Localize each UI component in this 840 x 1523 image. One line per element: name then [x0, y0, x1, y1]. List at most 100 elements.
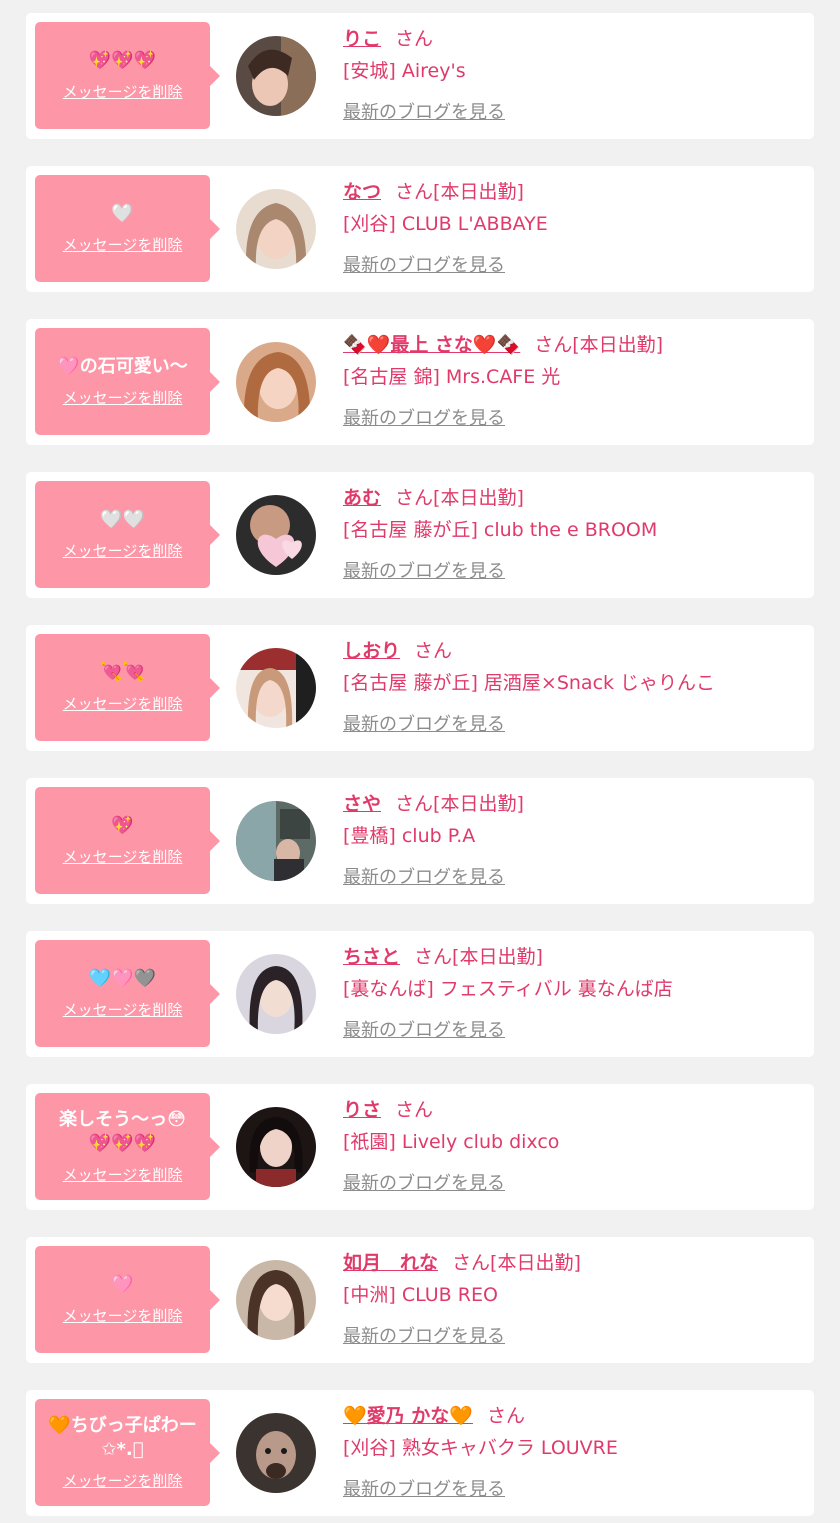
- message-bubble: 楽しそう〜っ😳 💖💖💖 メッセージを削除: [35, 1093, 220, 1200]
- attendance-status: [本日出勤]: [490, 1252, 581, 1274]
- shop-name: [祇園] Lively club dixco: [343, 1131, 560, 1153]
- list-item: 🩷 メッセージを削除 如月 れな さん[本日出勤] [中洲] CLUB REO 最…: [26, 1237, 814, 1363]
- entry-info: りさ さん [祇園] Lively club dixco 最新のブログを見る: [343, 1096, 804, 1195]
- cast-name-link[interactable]: りさ: [343, 1099, 381, 1121]
- message-bubble: 🩵🩷🩶 メッセージを削除: [35, 940, 220, 1047]
- latest-blog-link[interactable]: 最新のブログを見る: [343, 863, 505, 889]
- message-bubble: 🤍🤍 メッセージを削除: [35, 481, 220, 588]
- shop-name: [名古屋 藤が丘] 居酒屋×Snack じゃりんこ: [343, 672, 716, 694]
- list-item: 🤍🤍 メッセージを削除 あむ さん[本日出勤] [名古屋 藤が丘] club th…: [26, 472, 814, 598]
- delete-message-link[interactable]: メッセージを削除: [63, 540, 183, 561]
- latest-blog-link[interactable]: 最新のブログを見る: [343, 1169, 505, 1195]
- message-text: 🤍: [111, 203, 134, 224]
- avatar[interactable]: [236, 801, 316, 881]
- message-bubble: 🤍 メッセージを削除: [35, 175, 220, 282]
- delete-message-link[interactable]: メッセージを削除: [63, 1164, 183, 1185]
- shop-name: [中洲] CLUB REO: [343, 1284, 498, 1306]
- delete-message-link[interactable]: メッセージを削除: [63, 387, 183, 408]
- message-text: 楽しそう〜っ😳 💖💖💖: [59, 1109, 186, 1154]
- latest-blog-link[interactable]: 最新のブログを見る: [343, 1016, 505, 1042]
- honorific: さん: [486, 1405, 525, 1427]
- shop-name: [豊橋] club P.A: [343, 825, 476, 847]
- attendance-status: [本日出勤]: [433, 793, 524, 815]
- entry-info: りこ さん [安城] Airey's 最新のブログを見る: [343, 25, 804, 124]
- avatar[interactable]: [236, 342, 316, 422]
- honorific: さん: [414, 640, 453, 662]
- entry-info: しおり さん [名古屋 藤が丘] 居酒屋×Snack じゃりんこ 最新のブログを見…: [343, 637, 804, 736]
- latest-blog-link[interactable]: 最新のブログを見る: [343, 1475, 505, 1501]
- message-text: 💖: [111, 815, 134, 836]
- entry-info: ちさと さん[本日出勤] [裏なんば] フェスティバル 裏なんば店 最新のブログを…: [343, 943, 804, 1042]
- avatar[interactable]: [236, 954, 316, 1034]
- cast-name-link[interactable]: 🧡愛乃 かな🧡: [343, 1405, 473, 1427]
- latest-blog-link[interactable]: 最新のブログを見る: [343, 251, 505, 277]
- delete-message-link[interactable]: メッセージを削除: [63, 1305, 183, 1326]
- message-list: 💖💖💖 メッセージを削除 りこ さん [安城] Airey's 最新のブログを見る…: [0, 0, 840, 1523]
- latest-blog-link[interactable]: 最新のブログを見る: [343, 1322, 505, 1348]
- honorific: さん: [395, 487, 434, 509]
- cast-name-link[interactable]: 🍫❤️最上 さな❤️🍫: [343, 334, 520, 356]
- entry-info: 如月 れな さん[本日出勤] [中洲] CLUB REO 最新のブログを見る: [343, 1249, 804, 1348]
- message-bubble: 🩷 メッセージを削除: [35, 1246, 220, 1353]
- delete-message-link[interactable]: メッセージを削除: [63, 999, 183, 1020]
- entry-info: あむ さん[本日出勤] [名古屋 藤が丘] club the e BROOM 最新…: [343, 484, 804, 583]
- cast-name-link[interactable]: 如月 れな: [343, 1252, 438, 1274]
- list-item: 💘💘 メッセージを削除 しおり さん [名古屋 藤が丘] 居酒屋×Snack じゃ…: [26, 625, 814, 751]
- list-item: 🤍 メッセージを削除 なつ さん[本日出勤] [刈谷] CLUB L'ABBAYE…: [26, 166, 814, 292]
- honorific: さん: [395, 793, 434, 815]
- avatar[interactable]: [236, 1107, 316, 1187]
- list-item: 💖 メッセージを削除 さや さん[本日出勤] [豊橋] club P.A 最新のブ…: [26, 778, 814, 904]
- message-bubble: 🧡ちびっ子ぱわー ✩*.ﾟ メッセージを削除: [35, 1399, 220, 1506]
- message-text: 💘💘: [100, 662, 145, 683]
- cast-name-link[interactable]: しおり: [343, 640, 400, 662]
- message-text: 🤍🤍: [100, 509, 145, 530]
- cast-name-link[interactable]: さや: [343, 793, 381, 815]
- message-bubble: 💖💖💖 メッセージを削除: [35, 22, 220, 129]
- cast-name-link[interactable]: りこ: [343, 28, 381, 50]
- entry-info: 🍫❤️最上 さな❤️🍫 さん[本日出勤] [名古屋 錦] Mrs.CAFE 光 最…: [343, 331, 804, 430]
- message-text: 🧡ちびっ子ぱわー ✩*.ﾟ: [48, 1415, 197, 1460]
- delete-message-link[interactable]: メッセージを削除: [63, 81, 183, 102]
- delete-message-link[interactable]: メッセージを削除: [63, 234, 183, 255]
- latest-blog-link[interactable]: 最新のブログを見る: [343, 404, 505, 430]
- entry-info: なつ さん[本日出勤] [刈谷] CLUB L'ABBAYE 最新のブログを見る: [343, 178, 804, 277]
- list-item: 楽しそう〜っ😳 💖💖💖 メッセージを削除 りさ さん [祇園] Lively cl…: [26, 1084, 814, 1210]
- cast-name-link[interactable]: なつ: [343, 181, 381, 203]
- entry-info: 🧡愛乃 かな🧡 さん [刈谷] 熟女キャバクラ LOUVRE 最新のブログを見る: [343, 1402, 804, 1501]
- avatar[interactable]: [236, 189, 316, 269]
- latest-blog-link[interactable]: 最新のブログを見る: [343, 710, 505, 736]
- avatar[interactable]: [236, 1413, 316, 1493]
- honorific: さん: [395, 1099, 434, 1121]
- avatar[interactable]: [236, 495, 316, 575]
- attendance-status: [本日出勤]: [452, 946, 543, 968]
- message-bubble: 💘💘 メッセージを削除: [35, 634, 220, 741]
- message-bubble: 🩷の石可愛い〜 メッセージを削除: [35, 328, 220, 435]
- list-item: 🩵🩷🩶 メッセージを削除 ちさと さん[本日出勤] [裏なんば] フェスティバル …: [26, 931, 814, 1057]
- honorific: さん: [534, 334, 573, 356]
- latest-blog-link[interactable]: 最新のブログを見る: [343, 557, 505, 583]
- attendance-status: [本日出勤]: [433, 487, 524, 509]
- honorific: さん: [452, 1252, 491, 1274]
- avatar[interactable]: [236, 36, 316, 116]
- message-text: 🩷の石可愛い〜: [57, 356, 188, 377]
- list-item: 💖💖💖 メッセージを削除 りこ さん [安城] Airey's 最新のブログを見る: [26, 13, 814, 139]
- honorific: さん: [395, 181, 434, 203]
- avatar[interactable]: [236, 648, 316, 728]
- delete-message-link[interactable]: メッセージを削除: [63, 693, 183, 714]
- delete-message-link[interactable]: メッセージを削除: [63, 1470, 183, 1491]
- shop-name: [刈谷] CLUB L'ABBAYE: [343, 213, 548, 235]
- avatar[interactable]: [236, 1260, 316, 1340]
- cast-name-link[interactable]: ちさと: [343, 946, 400, 968]
- shop-name: [安城] Airey's: [343, 60, 466, 82]
- shop-name: [名古屋 藤が丘] club the e BROOM: [343, 519, 658, 541]
- attendance-status: [本日出勤]: [433, 181, 524, 203]
- honorific: さん: [414, 946, 453, 968]
- honorific: さん: [395, 28, 434, 50]
- shop-name: [名古屋 錦] Mrs.CAFE 光: [343, 366, 561, 388]
- cast-name-link[interactable]: あむ: [343, 487, 381, 509]
- shop-name: [刈谷] 熟女キャバクラ LOUVRE: [343, 1437, 618, 1459]
- latest-blog-link[interactable]: 最新のブログを見る: [343, 98, 505, 124]
- delete-message-link[interactable]: メッセージを削除: [63, 846, 183, 867]
- message-text: 🩷: [111, 1274, 134, 1295]
- entry-info: さや さん[本日出勤] [豊橋] club P.A 最新のブログを見る: [343, 790, 804, 889]
